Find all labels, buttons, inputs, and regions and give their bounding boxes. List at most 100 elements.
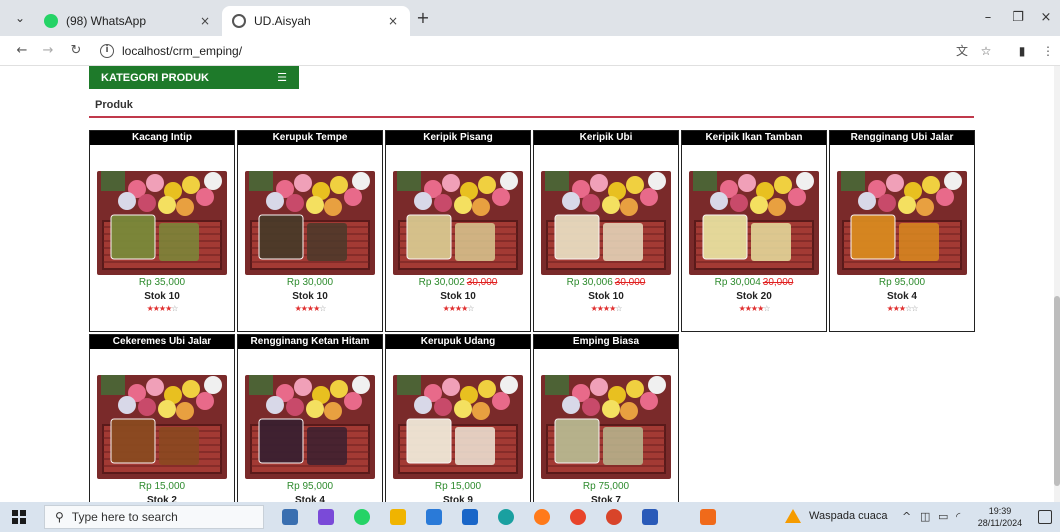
- star-icon: ☆: [319, 304, 326, 313]
- product-name[interactable]: Keripik Ikan Tamban: [682, 131, 826, 145]
- product-card[interactable]: Keripik Pisang Rp 30,002 30,000 Stok 10 ★★★★…: [385, 130, 531, 332]
- minimize-button[interactable]: –: [978, 8, 998, 28]
- extension-icon[interactable]: ▮: [1012, 41, 1032, 61]
- product-photo[interactable]: [97, 375, 227, 479]
- notification-icon[interactable]: [1038, 510, 1052, 524]
- section-divider: [89, 116, 974, 118]
- xampp-icon[interactable]: [700, 509, 716, 525]
- windows-start-icon[interactable]: [12, 510, 26, 524]
- product-price: Rp 95,000: [286, 481, 334, 492]
- store-icon[interactable]: [426, 509, 442, 525]
- taskbar-search-input[interactable]: ⚲ Type here to search: [44, 505, 264, 529]
- chrome-profile-icon[interactable]: [606, 509, 622, 525]
- tab-close-icon[interactable]: ×: [198, 14, 212, 28]
- product-photo[interactable]: [837, 171, 967, 275]
- network-icon[interactable]: ◫: [920, 510, 930, 523]
- product-photo[interactable]: [245, 171, 375, 275]
- product-price-row: Rp 30,000: [238, 277, 382, 288]
- list-menu-icon: ☰: [277, 71, 287, 84]
- chrome-icon[interactable]: [570, 509, 586, 525]
- product-name[interactable]: Rengginang Ubi Jalar: [830, 131, 974, 145]
- product-card[interactable]: Emping Biasa Rp 75,000 Stok 7: [533, 334, 679, 502]
- volume-icon[interactable]: ◜: [956, 510, 960, 523]
- edge-icon[interactable]: [498, 509, 514, 525]
- bookmark-star-icon[interactable]: ☆: [976, 41, 996, 61]
- product-photo[interactable]: [541, 171, 671, 275]
- product-card[interactable]: Kerupuk Tempe Rp 30,000 Stok 10 ★★★★☆: [237, 130, 383, 332]
- product-name[interactable]: Rengginang Ketan Hitam: [238, 335, 382, 349]
- tab-whatsapp[interactable]: (98) WhatsApp ×: [34, 6, 222, 36]
- new-tab-button[interactable]: +: [414, 9, 432, 27]
- translate-icon[interactable]: 文: [952, 41, 972, 61]
- product-photo[interactable]: [393, 171, 523, 275]
- product-name[interactable]: Keripik Pisang: [386, 131, 530, 145]
- product-price: Rp 15,000: [434, 481, 482, 492]
- product-stock: Stok 7: [590, 495, 621, 502]
- product-stock: Stok 2: [146, 495, 177, 502]
- product-card[interactable]: Kerupuk Udang Rp 15,000 Stok 9: [385, 334, 531, 502]
- tab-title: (98) WhatsApp: [66, 14, 147, 28]
- weather-text: Waspada cuaca: [809, 510, 888, 522]
- product-photo[interactable]: [689, 171, 819, 275]
- product-card[interactable]: Keripik Ikan Tamban Rp 30,004 30,000 Stok 2…: [681, 130, 827, 332]
- product-name[interactable]: Cekeremes Ubi Jalar: [90, 335, 234, 349]
- product-price: Rp 30,006: [566, 277, 613, 288]
- copilot-icon[interactable]: [318, 509, 334, 525]
- product-price: Rp 15,000: [138, 481, 186, 492]
- product-name[interactable]: Kerupuk Tempe: [238, 131, 382, 145]
- product-name[interactable]: Emping Biasa: [534, 335, 678, 349]
- product-name[interactable]: Keripik Ubi: [534, 131, 678, 145]
- url-text: localhost/crm_emping/: [122, 44, 243, 58]
- product-price: Rp 75,000: [582, 481, 630, 492]
- battery-icon[interactable]: ▭: [938, 510, 948, 523]
- product-photo[interactable]: [541, 375, 671, 479]
- forward-arrow-icon[interactable]: →: [38, 41, 58, 61]
- product-card[interactable]: Rengginang Ketan Hitam Rp 95,000 Stok 4: [237, 334, 383, 502]
- product-price: Rp 30,004: [714, 277, 761, 288]
- file-explorer-icon[interactable]: [390, 509, 406, 525]
- word-icon[interactable]: [642, 509, 658, 525]
- whatsapp-taskbar-icon[interactable]: [354, 509, 370, 525]
- system-clock[interactable]: 19:39 28/11/2024: [974, 505, 1026, 529]
- tab-close-icon[interactable]: ×: [386, 14, 400, 28]
- maximize-button[interactable]: ❐: [1008, 8, 1028, 28]
- product-rating: ★★★★☆: [386, 304, 530, 313]
- url-field[interactable]: i localhost/crm_emping/: [100, 40, 940, 62]
- product-price: Rp 35,000: [138, 277, 186, 288]
- product-card[interactable]: Rengginang Ubi Jalar Rp 95,000 Stok 4 ★★★☆☆: [829, 130, 975, 332]
- firefox-icon[interactable]: [534, 509, 550, 525]
- product-card[interactable]: Keripik Ubi Rp 30,006 30,000 Stok 10 ★★★★☆: [533, 130, 679, 332]
- product-stock: Stok 20: [736, 291, 772, 302]
- reload-icon[interactable]: ↻: [66, 41, 86, 61]
- scrollbar-thumb[interactable]: [1054, 296, 1060, 486]
- tab-search-chevron-icon[interactable]: ⌄: [10, 8, 30, 28]
- task-view-icon[interactable]: [282, 509, 298, 525]
- tray-chevron-icon[interactable]: ^: [902, 510, 911, 523]
- star-icon: ☆: [467, 304, 474, 313]
- product-stock: Stok 10: [144, 291, 180, 302]
- category-menu-button[interactable]: KATEGORI PRODUK ☰: [89, 66, 299, 89]
- weather-widget[interactable]: Waspada cuaca: [785, 509, 887, 523]
- product-price-row: Rp 95,000: [830, 277, 974, 288]
- product-photo[interactable]: [97, 171, 227, 275]
- product-photo[interactable]: [393, 375, 523, 479]
- back-arrow-icon[interactable]: ←: [12, 41, 32, 61]
- product-name[interactable]: Kacang Intip: [90, 131, 234, 145]
- product-price-row: Rp 95,000: [238, 481, 382, 492]
- close-window-button[interactable]: ×: [1036, 8, 1056, 28]
- clock-time: 19:39: [988, 506, 1012, 516]
- mail-icon[interactable]: [462, 509, 478, 525]
- site-info-icon[interactable]: i: [100, 44, 114, 58]
- star-icon: ☆: [911, 304, 918, 313]
- browser-menu-icon[interactable]: ⋮: [1038, 41, 1058, 61]
- product-photo[interactable]: [245, 375, 375, 479]
- product-old-price: 30,000: [762, 277, 794, 288]
- search-icon: ⚲: [55, 510, 64, 524]
- tab-ud-aisyah[interactable]: UD.Aisyah ×: [222, 6, 410, 36]
- product-rating: ★★★★☆: [238, 304, 382, 313]
- product-card[interactable]: Cekeremes Ubi Jalar Rp 15,000 Stok 2: [89, 334, 235, 502]
- product-price-row: Rp 15,000: [90, 481, 234, 492]
- product-name[interactable]: Kerupuk Udang: [386, 335, 530, 349]
- address-bar-row: ← → ↻ i localhost/crm_emping/ 文 ☆ ▮ ⋮: [0, 36, 1060, 66]
- product-card[interactable]: Kacang Intip Rp 35,000 Stok 10 ★★★★☆: [89, 130, 235, 332]
